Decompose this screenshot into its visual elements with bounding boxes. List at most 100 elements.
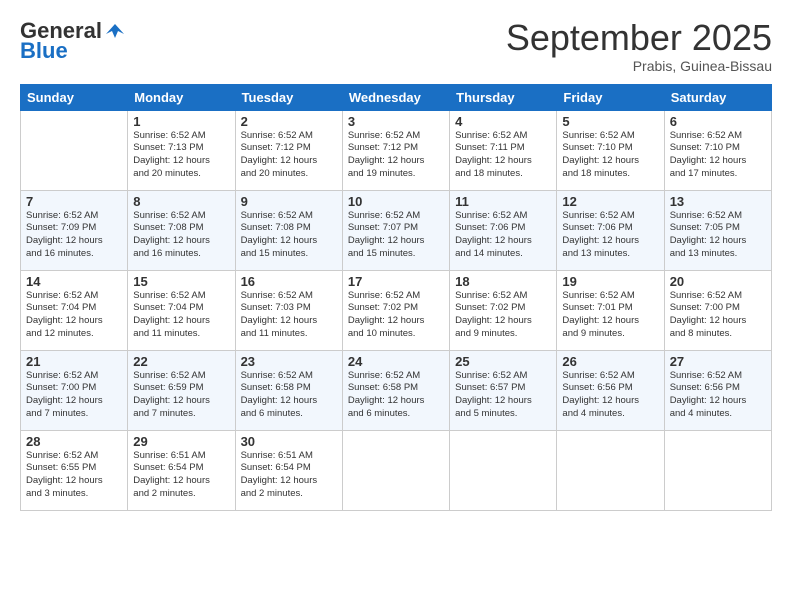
- day-number: 30: [241, 434, 337, 449]
- header: General Blue September 2025 Prabis, Guin…: [20, 18, 772, 74]
- day-info: Sunrise: 6:52 AM Sunset: 7:06 PM Dayligh…: [562, 210, 658, 261]
- calendar-cell: [557, 430, 664, 510]
- calendar-cell: 16Sunrise: 6:52 AM Sunset: 7:03 PM Dayli…: [235, 270, 342, 350]
- day-number: 3: [348, 114, 444, 129]
- day-info: Sunrise: 6:52 AM Sunset: 7:08 PM Dayligh…: [241, 210, 337, 261]
- day-info: Sunrise: 6:52 AM Sunset: 7:00 PM Dayligh…: [670, 290, 766, 341]
- day-info: Sunrise: 6:52 AM Sunset: 6:58 PM Dayligh…: [348, 370, 444, 421]
- month-title: September 2025: [506, 18, 772, 58]
- day-info: Sunrise: 6:52 AM Sunset: 7:12 PM Dayligh…: [348, 130, 444, 181]
- col-header-wednesday: Wednesday: [342, 84, 449, 110]
- calendar-cell: 4Sunrise: 6:52 AM Sunset: 7:11 PM Daylig…: [450, 110, 557, 190]
- day-info: Sunrise: 6:52 AM Sunset: 7:01 PM Dayligh…: [562, 290, 658, 341]
- day-info: Sunrise: 6:52 AM Sunset: 7:07 PM Dayligh…: [348, 210, 444, 261]
- day-number: 5: [562, 114, 658, 129]
- day-info: Sunrise: 6:52 AM Sunset: 7:02 PM Dayligh…: [455, 290, 551, 341]
- calendar-cell: 26Sunrise: 6:52 AM Sunset: 6:56 PM Dayli…: [557, 350, 664, 430]
- day-number: 6: [670, 114, 766, 129]
- day-number: 26: [562, 354, 658, 369]
- col-header-friday: Friday: [557, 84, 664, 110]
- calendar-cell: 6Sunrise: 6:52 AM Sunset: 7:10 PM Daylig…: [664, 110, 771, 190]
- day-number: 19: [562, 274, 658, 289]
- calendar-cell: 8Sunrise: 6:52 AM Sunset: 7:08 PM Daylig…: [128, 190, 235, 270]
- col-header-sunday: Sunday: [21, 84, 128, 110]
- day-info: Sunrise: 6:51 AM Sunset: 6:54 PM Dayligh…: [241, 450, 337, 501]
- calendar-cell: 10Sunrise: 6:52 AM Sunset: 7:07 PM Dayli…: [342, 190, 449, 270]
- day-info: Sunrise: 6:52 AM Sunset: 6:55 PM Dayligh…: [26, 450, 122, 501]
- calendar-cell: 9Sunrise: 6:52 AM Sunset: 7:08 PM Daylig…: [235, 190, 342, 270]
- calendar-cell: [664, 430, 771, 510]
- calendar-cell: 2Sunrise: 6:52 AM Sunset: 7:12 PM Daylig…: [235, 110, 342, 190]
- calendar-cell: 29Sunrise: 6:51 AM Sunset: 6:54 PM Dayli…: [128, 430, 235, 510]
- day-number: 16: [241, 274, 337, 289]
- calendar-cell: 13Sunrise: 6:52 AM Sunset: 7:05 PM Dayli…: [664, 190, 771, 270]
- calendar-cell: 27Sunrise: 6:52 AM Sunset: 6:56 PM Dayli…: [664, 350, 771, 430]
- calendar-cell: 5Sunrise: 6:52 AM Sunset: 7:10 PM Daylig…: [557, 110, 664, 190]
- calendar-cell: 12Sunrise: 6:52 AM Sunset: 7:06 PM Dayli…: [557, 190, 664, 270]
- day-info: Sunrise: 6:52 AM Sunset: 7:12 PM Dayligh…: [241, 130, 337, 181]
- day-info: Sunrise: 6:52 AM Sunset: 6:58 PM Dayligh…: [241, 370, 337, 421]
- day-info: Sunrise: 6:52 AM Sunset: 7:11 PM Dayligh…: [455, 130, 551, 181]
- day-number: 1: [133, 114, 229, 129]
- calendar-cell: 25Sunrise: 6:52 AM Sunset: 6:57 PM Dayli…: [450, 350, 557, 430]
- day-number: 11: [455, 194, 551, 209]
- week-row-1: 1Sunrise: 6:52 AM Sunset: 7:13 PM Daylig…: [21, 110, 772, 190]
- day-info: Sunrise: 6:52 AM Sunset: 7:04 PM Dayligh…: [26, 290, 122, 341]
- day-number: 18: [455, 274, 551, 289]
- day-info: Sunrise: 6:52 AM Sunset: 7:06 PM Dayligh…: [455, 210, 551, 261]
- logo-bird-icon: [104, 20, 126, 42]
- title-block: September 2025 Prabis, Guinea-Bissau: [506, 18, 772, 74]
- day-number: 17: [348, 274, 444, 289]
- day-number: 2: [241, 114, 337, 129]
- calendar-cell: 19Sunrise: 6:52 AM Sunset: 7:01 PM Dayli…: [557, 270, 664, 350]
- calendar-cell: 17Sunrise: 6:52 AM Sunset: 7:02 PM Dayli…: [342, 270, 449, 350]
- day-number: 21: [26, 354, 122, 369]
- day-number: 15: [133, 274, 229, 289]
- calendar-cell: 3Sunrise: 6:52 AM Sunset: 7:12 PM Daylig…: [342, 110, 449, 190]
- day-number: 14: [26, 274, 122, 289]
- calendar-cell: [450, 430, 557, 510]
- day-number: 22: [133, 354, 229, 369]
- day-info: Sunrise: 6:52 AM Sunset: 7:04 PM Dayligh…: [133, 290, 229, 341]
- calendar-cell: [21, 110, 128, 190]
- calendar-cell: 11Sunrise: 6:52 AM Sunset: 7:06 PM Dayli…: [450, 190, 557, 270]
- calendar-table: SundayMondayTuesdayWednesdayThursdayFrid…: [20, 84, 772, 511]
- day-number: 13: [670, 194, 766, 209]
- day-info: Sunrise: 6:52 AM Sunset: 6:57 PM Dayligh…: [455, 370, 551, 421]
- week-row-4: 21Sunrise: 6:52 AM Sunset: 7:00 PM Dayli…: [21, 350, 772, 430]
- calendar-cell: 14Sunrise: 6:52 AM Sunset: 7:04 PM Dayli…: [21, 270, 128, 350]
- col-header-monday: Monday: [128, 84, 235, 110]
- day-info: Sunrise: 6:52 AM Sunset: 7:02 PM Dayligh…: [348, 290, 444, 341]
- calendar-cell: 15Sunrise: 6:52 AM Sunset: 7:04 PM Dayli…: [128, 270, 235, 350]
- col-header-tuesday: Tuesday: [235, 84, 342, 110]
- day-number: 20: [670, 274, 766, 289]
- day-number: 4: [455, 114, 551, 129]
- day-number: 10: [348, 194, 444, 209]
- day-number: 25: [455, 354, 551, 369]
- day-info: Sunrise: 6:52 AM Sunset: 7:10 PM Dayligh…: [670, 130, 766, 181]
- logo: General Blue: [20, 18, 126, 64]
- week-row-2: 7Sunrise: 6:52 AM Sunset: 7:09 PM Daylig…: [21, 190, 772, 270]
- day-info: Sunrise: 6:52 AM Sunset: 7:00 PM Dayligh…: [26, 370, 122, 421]
- week-row-5: 28Sunrise: 6:52 AM Sunset: 6:55 PM Dayli…: [21, 430, 772, 510]
- day-number: 12: [562, 194, 658, 209]
- calendar-cell: 21Sunrise: 6:52 AM Sunset: 7:00 PM Dayli…: [21, 350, 128, 430]
- page: General Blue September 2025 Prabis, Guin…: [0, 0, 792, 612]
- day-info: Sunrise: 6:52 AM Sunset: 6:56 PM Dayligh…: [562, 370, 658, 421]
- day-number: 24: [348, 354, 444, 369]
- day-number: 27: [670, 354, 766, 369]
- calendar-cell: 24Sunrise: 6:52 AM Sunset: 6:58 PM Dayli…: [342, 350, 449, 430]
- day-info: Sunrise: 6:52 AM Sunset: 6:59 PM Dayligh…: [133, 370, 229, 421]
- day-number: 28: [26, 434, 122, 449]
- calendar-cell: 30Sunrise: 6:51 AM Sunset: 6:54 PM Dayli…: [235, 430, 342, 510]
- day-info: Sunrise: 6:52 AM Sunset: 7:09 PM Dayligh…: [26, 210, 122, 261]
- col-header-saturday: Saturday: [664, 84, 771, 110]
- location: Prabis, Guinea-Bissau: [506, 58, 772, 74]
- week-row-3: 14Sunrise: 6:52 AM Sunset: 7:04 PM Dayli…: [21, 270, 772, 350]
- calendar-cell: 18Sunrise: 6:52 AM Sunset: 7:02 PM Dayli…: [450, 270, 557, 350]
- calendar-cell: 7Sunrise: 6:52 AM Sunset: 7:09 PM Daylig…: [21, 190, 128, 270]
- day-number: 23: [241, 354, 337, 369]
- day-info: Sunrise: 6:52 AM Sunset: 7:03 PM Dayligh…: [241, 290, 337, 341]
- day-info: Sunrise: 6:52 AM Sunset: 7:13 PM Dayligh…: [133, 130, 229, 181]
- day-info: Sunrise: 6:52 AM Sunset: 6:56 PM Dayligh…: [670, 370, 766, 421]
